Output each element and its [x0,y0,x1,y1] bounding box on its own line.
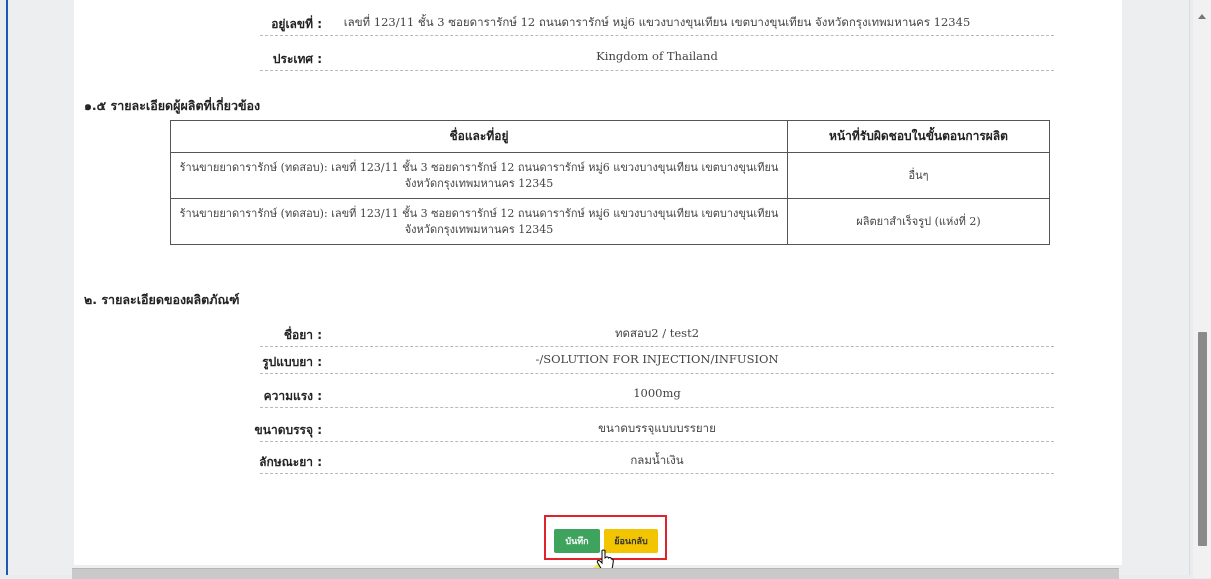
address-value: เลขที่ 123/11 ชั้น 3 ซอยดารารักษ์ 12 ถนน… [343,15,971,29]
scroll-up-arrow-icon[interactable] [1198,14,1206,19]
dosage-form-row: รูปแบบยา : -/SOLUTION FOR INJECTION/INFU… [74,346,1122,376]
col-header-role: หน้าที่รับผิดชอบในขั้นตอนการผลิต [787,120,1050,153]
save-button[interactable]: บันทึก [554,529,600,553]
divider [260,473,1054,474]
col-header-name: ชื่อและที่อยู่ [170,120,788,153]
divider [260,35,1054,36]
table-cell-role: อื่นๆ [787,152,1050,199]
content-frame: อยู่เลขที่ : เลขที่ 123/11 ชั้น 3 ซอยดาร… [6,0,1190,575]
dosage-form-value: -/SOLUTION FOR INJECTION/INFUSION [535,352,779,366]
country-value: Kingdom of Thailand [596,49,718,63]
form-panel: อยู่เลขที่ : เลขที่ 123/11 ชั้น 3 ซอยดาร… [74,0,1122,575]
pack-size-row: ขนาดบรรจุ : ขนาดบรรจุแบบบรรยาย [74,414,1122,444]
divider [260,441,1054,442]
pack-size-value: ขนาดบรรจุแบบบรรยาย [598,421,716,435]
name-line: จังหวัดกรุงเทพมหานคร 12345 [404,222,554,236]
vertical-scrollbar[interactable] [1193,0,1211,578]
country-row: ประเทศ : Kingdom of Thailand [74,43,1122,73]
divider [260,70,1054,71]
table-cell-name: ร้านขายยาดารารักษ์ (ทดสอบ): เลขที่ 123/1… [170,152,788,199]
table-cell-role: ผลิตยาสำเร็จรูป (แห่งที่ 2) [787,198,1050,245]
drug-name-value: ทดสอบ2 / test2 [614,326,700,340]
strength-value: 1000mg [633,386,681,400]
footer-strip [72,568,1119,579]
appearance-row: ลักษณะยา : กลมน้ำเงิน [74,446,1122,476]
address-row: อยู่เลขที่ : เลขที่ 123/11 ชั้น 3 ซอยดาร… [74,8,1122,38]
drug-name-row: ชื่อยา : ทดสอบ2 / test2 [74,319,1122,349]
strength-row: ความแรง : 1000mg [74,380,1122,410]
table-cell-name: ร้านขายยาดารารักษ์ (ทดสอบ): เลขที่ 123/1… [170,198,788,245]
scroll-thumb[interactable] [1198,332,1207,546]
name-line: จังหวัดกรุงเทพมหานคร 12345 [404,176,554,190]
divider [260,407,1054,408]
section-1-5-title: ๑.๕ รายละเอียดผู้ผลิตที่เกี่ยวข้อง [84,98,261,113]
manufacturer-table: ชื่อและที่อยู่ หน้าที่รับผิดชอบในขั้นตอน… [170,120,1050,245]
name-line: ร้านขายยาดารารักษ์ (ทดสอบ): เลขที่ 123/1… [179,160,779,174]
section-2-title: ๒. รายละเอียดของผลิตภัณฑ์ [84,292,240,307]
table-header-row: ชื่อและที่อยู่ หน้าที่รับผิดชอบในขั้นตอน… [170,120,1050,153]
table-row: ร้านขายยาดารารักษ์ (ทดสอบ): เลขที่ 123/1… [170,152,1050,199]
appearance-value: กลมน้ำเงิน [630,453,684,467]
table-row: ร้านขายยาดารารักษ์ (ทดสอบ): เลขที่ 123/1… [170,198,1050,245]
divider [260,373,1054,374]
name-line: ร้านขายยาดารารักษ์ (ทดสอบ): เลขที่ 123/1… [179,206,779,220]
